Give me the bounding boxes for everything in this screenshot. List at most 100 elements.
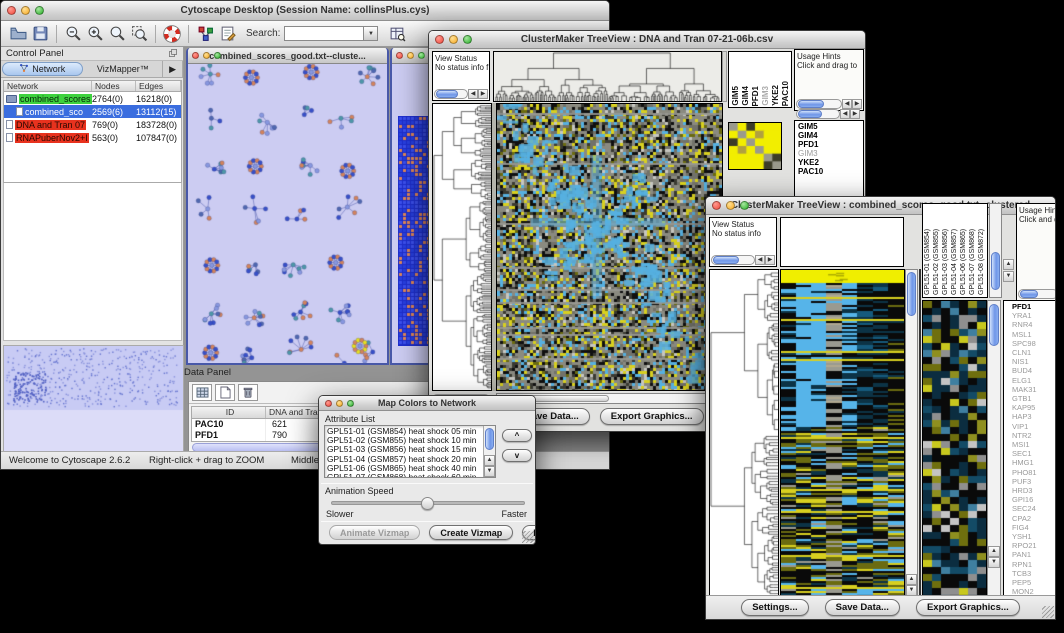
gene-label[interactable]: MAK31: [1012, 385, 1056, 394]
gene-label[interactable]: FIG4: [1012, 523, 1056, 532]
heatmap-v-scrollbar[interactable]: ▲ ▼: [905, 269, 918, 597]
animation-speed-slider[interactable]: [331, 501, 525, 505]
minimize-icon[interactable]: [336, 400, 343, 407]
delete-attribute-trash-icon[interactable]: [238, 384, 258, 401]
treeview1-titlebar[interactable]: ClusterMaker TreeView : DNA and Tran 07-…: [429, 31, 865, 49]
network-view-canvas[interactable]: [188, 64, 387, 363]
zoom-window-icon[interactable]: [463, 35, 472, 44]
zoom-v-scrollbar[interactable]: ▲ ▼: [987, 300, 1001, 597]
attribute-select-icon[interactable]: [192, 384, 212, 401]
list-item[interactable]: GPL51-04 (GSM857) heat shock 20 min: [327, 455, 493, 464]
view-status-scrollbar[interactable]: ◀ ▶: [434, 88, 488, 99]
treeview2-titlebar[interactable]: ClusterMaker TreeView : combined_scores_…: [706, 197, 1055, 215]
column-header-network[interactable]: Network: [4, 81, 92, 91]
zoom-heatmap[interactable]: [728, 122, 782, 170]
export-graphics--button[interactable]: Export Graphics...: [916, 599, 1020, 616]
gene-label[interactable]: HMG1: [1012, 458, 1056, 467]
zoom-window-icon[interactable]: [35, 6, 44, 15]
gene-label[interactable]: PUF3: [1012, 477, 1056, 486]
scroll-right-icon[interactable]: ▶: [478, 89, 488, 99]
slider-thumb[interactable]: [421, 497, 434, 510]
export-graphics--button[interactable]: Export Graphics...: [600, 408, 704, 425]
gene-label[interactable]: YRA1: [1012, 311, 1056, 320]
close-icon[interactable]: [396, 52, 403, 59]
zoom-window-icon[interactable]: [347, 400, 354, 407]
table-row[interactable]: combined_sco2569(6)13112(15): [4, 105, 181, 118]
scroll-up-icon[interactable]: ▲: [484, 455, 495, 466]
scroll-left-icon[interactable]: ◀: [840, 109, 850, 119]
new-attribute-icon[interactable]: [215, 384, 235, 401]
column-labels-scrollbar[interactable]: [989, 203, 1002, 298]
gene-label[interactable]: HRD3: [1012, 486, 1056, 495]
scroll-up-icon[interactable]: ▲: [1003, 259, 1014, 270]
save-icon[interactable]: [29, 24, 51, 44]
search-index-icon[interactable]: [386, 24, 408, 44]
float-panel-icon[interactable]: [168, 45, 178, 63]
gene-label[interactable]: BUD4: [1012, 366, 1056, 375]
move-down-button[interactable]: v: [502, 449, 532, 462]
row-dendrogram[interactable]: [432, 103, 492, 391]
gene-label[interactable]: RNR4: [1012, 320, 1056, 329]
gene-label[interactable]: GIM3: [798, 149, 863, 158]
resize-grip[interactable]: [522, 531, 534, 543]
birdseye-overview[interactable]: [3, 345, 184, 457]
minimize-icon[interactable]: [203, 52, 210, 59]
gene-label[interactable]: SEC24: [1012, 504, 1056, 513]
gene-label[interactable]: GPI16: [1012, 495, 1056, 504]
scroll-down-icon[interactable]: ▼: [988, 557, 1000, 568]
table-row[interactable]: DNA and Tran 07769(0)183728(0): [4, 118, 181, 131]
attribute-list-scrollbar[interactable]: ▲ ▼: [483, 426, 495, 477]
dense-network-grid-view[interactable]: [398, 116, 432, 346]
gene-label[interactable]: GIM4: [798, 131, 863, 140]
gene-label[interactable]: PFD1: [798, 140, 863, 149]
close-icon[interactable]: [712, 201, 721, 210]
close-icon[interactable]: [192, 52, 199, 59]
zoom-fit-icon[interactable]: [106, 24, 128, 44]
row-dendrogram[interactable]: [709, 269, 779, 597]
tab-vizmapper[interactable]: VizMapper™: [84, 61, 164, 77]
usage-hints-scrollbar[interactable]: [1018, 288, 1056, 299]
zoom-window-icon[interactable]: [740, 201, 749, 210]
gene-label[interactable]: KAP95: [1012, 403, 1056, 412]
splitter-strip[interactable]: [919, 269, 921, 597]
help-lifesaver-icon[interactable]: [161, 24, 183, 44]
gene-label[interactable]: PHO81: [1012, 468, 1056, 477]
close-icon[interactable]: [325, 400, 332, 407]
main-titlebar[interactable]: Cytoscape Desktop (Session Name: collins…: [1, 1, 609, 21]
table-row[interactable]: RNAPuberNov2+I563(0)107847(0): [4, 131, 181, 144]
global-heatmap[interactable]: [496, 103, 723, 391]
scroll-left-icon[interactable]: ◀: [842, 99, 852, 109]
minimize-icon[interactable]: [726, 201, 735, 210]
settings--button[interactable]: Settings...: [741, 599, 808, 616]
tab-network[interactable]: Network: [2, 62, 83, 76]
resize-grip[interactable]: [1042, 606, 1054, 618]
dialog-titlebar[interactable]: Map Colors to Network: [319, 396, 535, 411]
zoom-out-icon[interactable]: [62, 24, 84, 44]
gene-label[interactable]: TCB3: [1012, 569, 1056, 578]
column-dendrogram[interactable]: [493, 51, 722, 102]
minimize-icon[interactable]: [449, 35, 458, 44]
column-header-edges[interactable]: Edges: [136, 81, 181, 91]
annotation-icon[interactable]: [216, 24, 238, 44]
frame1-titlebar[interactable]: combined_scores_good.txt--cluste...: [188, 48, 387, 64]
gene-label[interactable]: NTR2: [1012, 431, 1056, 440]
column-header[interactable]: ID: [192, 407, 266, 418]
gene-label[interactable]: VIP1: [1012, 422, 1056, 431]
gene-label[interactable]: MSI1: [1012, 440, 1056, 449]
zoom-selected-icon[interactable]: [128, 24, 150, 44]
column-header-nodes[interactable]: Nodes: [92, 81, 136, 91]
scroll-right-icon[interactable]: ▶: [765, 255, 775, 265]
search-input[interactable]: [284, 26, 364, 41]
view-status-scrollbar[interactable]: ◀ ▶: [711, 254, 775, 265]
scroll-up-icon[interactable]: ▲: [906, 574, 917, 585]
attribute-listbox[interactable]: GPL51-01 (GSM854) heat shock 05 minGPL51…: [324, 425, 496, 478]
save-data--button[interactable]: Save Data...: [825, 599, 900, 616]
create-vizmap-button[interactable]: Create Vizmap: [429, 525, 513, 540]
gene-label[interactable]: PEP5: [1012, 578, 1056, 587]
zoom-in-icon[interactable]: [84, 24, 106, 44]
minimize-icon[interactable]: [21, 6, 30, 15]
gene-label[interactable]: RPO21: [1012, 541, 1056, 550]
gene-label[interactable]: ELG1: [1012, 376, 1056, 385]
gene-label[interactable]: NIS1: [1012, 357, 1056, 366]
scroll-up-icon[interactable]: ▲: [988, 546, 1000, 557]
